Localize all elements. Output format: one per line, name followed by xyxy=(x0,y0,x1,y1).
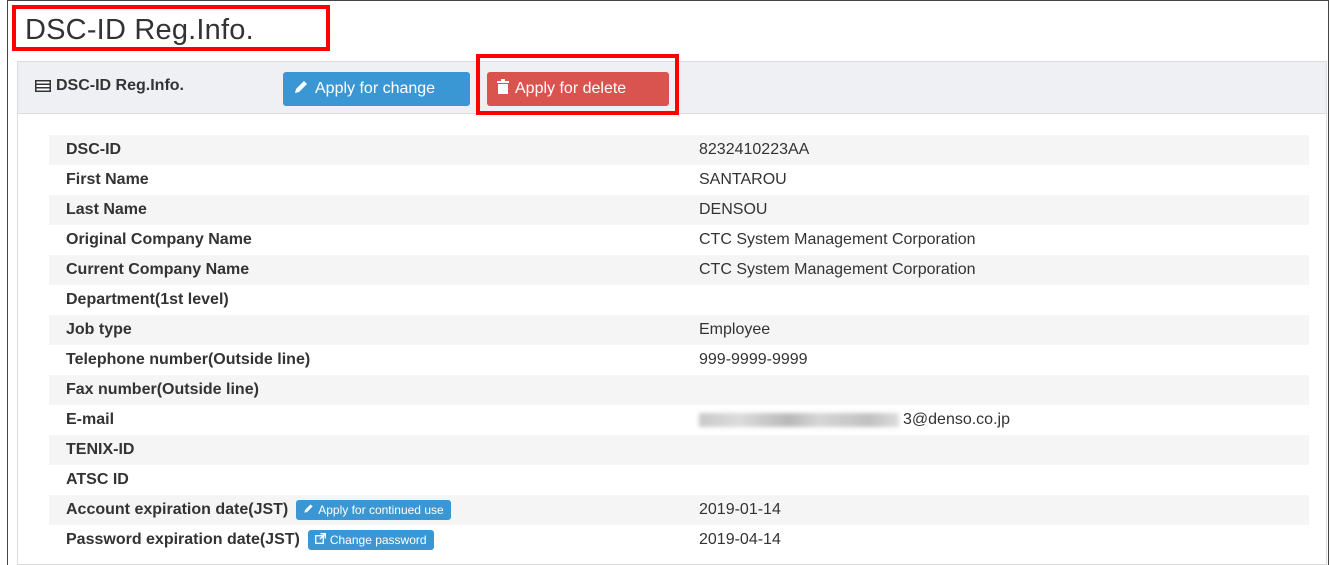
table-row: Job type Employee xyxy=(49,315,1309,345)
redacted-email-blur xyxy=(699,412,899,427)
email-value: 3@denso.co.jp xyxy=(699,411,1010,429)
field-label-text: Password expiration date(JST) xyxy=(66,531,300,548)
field-label: E-mail xyxy=(66,411,115,428)
table-row: TENIX-ID xyxy=(49,435,1309,465)
table-row: Original Company Name CTC System Managem… xyxy=(49,225,1309,255)
field-label: ATSC ID xyxy=(66,471,129,488)
field-value: 2019-01-14 xyxy=(699,501,781,518)
table-row: Account expiration date(JST) Apply for c… xyxy=(49,495,1309,525)
table-row: Password expiration date(JST) Change pas… xyxy=(49,525,1309,555)
table-row: DSC-ID 8232410223AA xyxy=(49,135,1309,165)
table-row: Fax number(Outside line) xyxy=(49,375,1309,405)
table-row: Current Company Name CTC System Manageme… xyxy=(49,255,1309,285)
table-row: Telephone number(Outside line) 999-9999-… xyxy=(49,345,1309,375)
field-value: 999-9999-9999 xyxy=(699,351,808,368)
delete-highlight-box xyxy=(476,54,679,115)
apply-for-continued-use-button[interactable]: Apply for continued use xyxy=(296,500,451,520)
table-row: ATSC ID xyxy=(49,465,1309,495)
apply-for-change-label: Apply for change xyxy=(315,80,436,97)
field-value: SANTAROU xyxy=(699,171,787,188)
table-row: Department(1st level) xyxy=(49,285,1309,315)
registration-info-table: DSC-ID 8232410223AA First Name SANTAROU … xyxy=(49,135,1309,555)
field-label: DSC-ID xyxy=(66,141,122,158)
field-label: Last Name xyxy=(66,201,147,218)
pencil-icon xyxy=(293,79,309,100)
field-label: Current Company Name xyxy=(66,261,250,278)
field-label: TENIX-ID xyxy=(66,441,135,458)
table-row: First Name SANTAROU xyxy=(49,165,1309,195)
list-icon xyxy=(35,80,51,92)
field-value: CTC System Management Corporation xyxy=(699,261,976,278)
field-label-with-action: Account expiration date(JST) Apply for c… xyxy=(49,500,699,520)
title-highlight-box xyxy=(12,5,330,51)
change-password-button[interactable]: Change password xyxy=(307,530,434,550)
field-label: Telephone number(Outside line) xyxy=(66,351,311,368)
change-password-label: Change password xyxy=(329,533,427,547)
field-label-text: Account expiration date(JST) xyxy=(66,501,289,518)
field-value: DENSOU xyxy=(699,201,768,218)
apply-for-continued-use-label: Apply for continued use xyxy=(318,503,444,517)
field-label: Department(1st level) xyxy=(66,291,229,308)
field-label: Job type xyxy=(66,321,132,338)
panel-title: DSC-ID Reg.Info. xyxy=(35,77,184,95)
field-label: First Name xyxy=(66,171,149,188)
field-label-with-action: Password expiration date(JST) Change pas… xyxy=(49,530,699,550)
field-value: 2019-04-14 xyxy=(699,531,781,548)
panel-title-text: DSC-ID Reg.Info. xyxy=(56,77,184,94)
field-value: CTC System Management Corporation xyxy=(699,231,976,248)
external-link-icon xyxy=(314,533,326,547)
field-value: Employee xyxy=(699,321,771,338)
email-domain-text: 3@denso.co.jp xyxy=(903,411,1010,428)
pencil-icon xyxy=(303,503,314,517)
apply-for-change-button[interactable]: Apply for change xyxy=(283,72,470,106)
table-row: Last Name DENSOU xyxy=(49,195,1309,225)
table-row: E-mail 3@denso.co.jp xyxy=(49,405,1309,435)
field-value: 8232410223AA xyxy=(699,141,810,158)
field-label: Original Company Name xyxy=(66,231,252,248)
field-label: Fax number(Outside line) xyxy=(66,381,259,398)
